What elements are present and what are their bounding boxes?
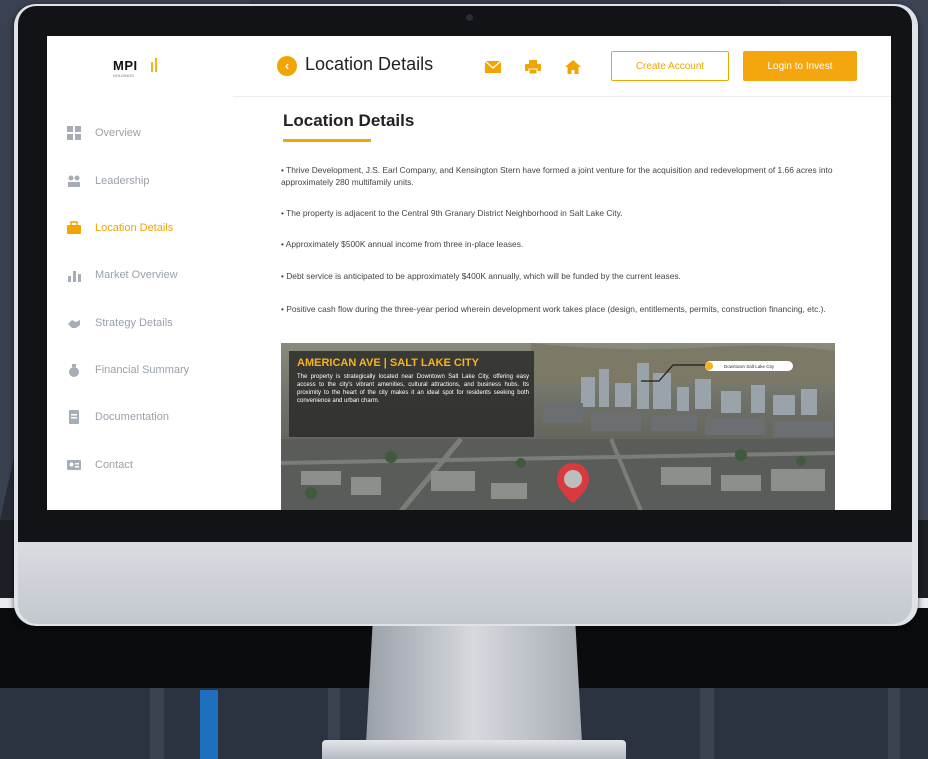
top-header: ‹ Location Details Create Account Login … <box>233 36 891 97</box>
bar-chart-icon <box>67 268 81 282</box>
sidebar-item-label: Documentation <box>95 411 169 423</box>
sidebar-item-financial-summary[interactable]: Financial Summary <box>67 359 189 381</box>
screen: MPI HOLDINGS Overview Leadership Locatio… <box>47 36 891 510</box>
location-aerial-photo[interactable]: AMERICAN AVE | SALT LAKE CITY The proper… <box>281 343 835 510</box>
users-icon <box>67 174 81 188</box>
map-marker-dot <box>705 362 713 370</box>
bullet-text: • Positive cash flow during the three-ye… <box>281 304 826 314</box>
home-icon[interactable] <box>565 60 581 74</box>
briefcase-icon <box>67 221 81 235</box>
header-title: Location Details <box>305 54 434 74</box>
section-title: Location Details <box>283 111 415 130</box>
print-icon[interactable] <box>525 60 541 74</box>
background-column <box>700 688 714 759</box>
sidebar-item-location-details[interactable]: Location Details <box>67 217 173 239</box>
document-icon <box>67 410 81 424</box>
money-bag-icon <box>67 363 81 377</box>
sidebar-item-overview[interactable]: Overview <box>67 122 141 144</box>
grid-icon <box>67 126 81 140</box>
bullet-text: • The property is adjacent to the Centra… <box>281 208 623 218</box>
location-pin-icon[interactable] <box>556 463 590 503</box>
sidebar-item-market-overview[interactable]: Market Overview <box>67 264 178 286</box>
sidebar-item-label: Location Details <box>95 222 174 234</box>
contact-card-icon <box>67 458 81 472</box>
sidebar-item-label: Financial Summary <box>95 364 190 376</box>
background-column <box>150 688 164 759</box>
login-to-invest-button[interactable]: Login to Invest <box>743 51 857 81</box>
sidebar-item-leadership[interactable]: Leadership <box>67 170 149 192</box>
sidebar-item-label: Contact <box>95 459 133 471</box>
sidebar-item-strategy-details[interactable]: Strategy Details <box>67 312 173 334</box>
sidebar-item-label: Leadership <box>95 175 150 187</box>
back-button[interactable]: ‹ <box>277 56 297 76</box>
bullet-text: • Approximately $500K annual income from… <box>281 239 524 249</box>
title-underline <box>283 139 371 142</box>
sidebar-item-documentation[interactable]: Documentation <box>67 406 169 428</box>
chevron-left-icon: ‹ <box>284 58 290 73</box>
sidebar: MPI HOLDINGS Overview Leadership Locatio… <box>47 36 234 510</box>
logo-subtitle: HOLDINGS <box>113 73 134 78</box>
photo-caption-text: The property is strategically located ne… <box>297 374 529 404</box>
monitor-stand-foot <box>322 740 626 759</box>
background-accent-column <box>200 690 218 759</box>
camera-icon <box>466 14 473 21</box>
logo-bars-icon <box>151 58 159 72</box>
logo[interactable]: MPI <box>113 58 138 73</box>
sidebar-item-label: Market Overview <box>95 269 178 281</box>
create-account-button[interactable]: Create Account <box>611 51 729 81</box>
monitor-stand-neck <box>366 626 582 744</box>
photo-caption-panel: AMERICAN AVE | SALT LAKE CITY The proper… <box>289 351 534 437</box>
main-content[interactable]: Location Details • Thrive Development, J… <box>233 97 891 510</box>
bullet-text: • Thrive Development, J.S. Earl Company,… <box>281 165 833 187</box>
photo-caption-title: AMERICAN AVE | SALT LAKE CITY <box>297 357 479 369</box>
sidebar-item-label: Overview <box>95 127 141 139</box>
sidebar-item-label: Strategy Details <box>95 317 173 329</box>
bullet-text: • Debt service is anticipated to be appr… <box>281 271 681 281</box>
map-label-downtown: Downtown Salt Lake City <box>705 361 793 371</box>
mail-icon[interactable] <box>485 60 501 74</box>
handshake-icon <box>67 316 81 330</box>
monitor-chin <box>18 542 912 624</box>
sidebar-item-contact[interactable]: Contact <box>67 454 133 476</box>
background-column <box>888 688 900 759</box>
